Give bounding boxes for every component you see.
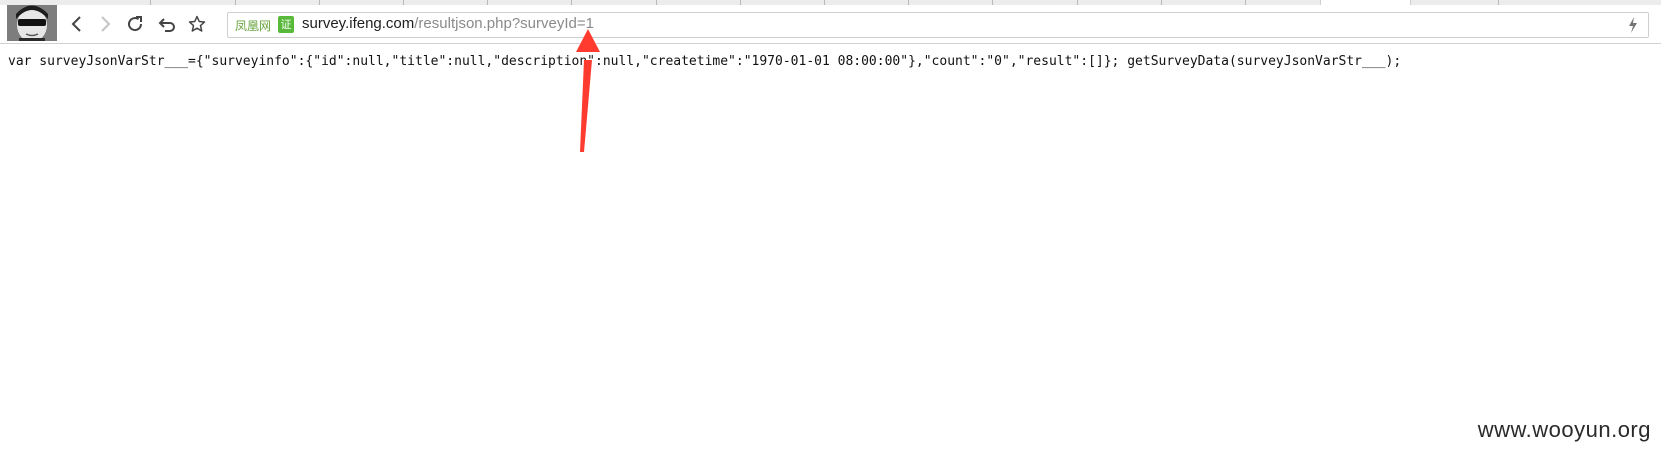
back-button[interactable]: [66, 13, 88, 35]
lightning-icon[interactable]: [1626, 16, 1640, 34]
watermark: www.wooyun.org: [1477, 417, 1651, 442]
undo-button[interactable]: [155, 13, 177, 35]
url-host: survey.ifeng.com: [302, 15, 415, 32]
site-name[interactable]: 凤凰网: [235, 17, 271, 34]
url-path: /resultjson.php?surveyId=1: [414, 15, 594, 32]
page-content: var surveyJsonVarStr___={"surveyinfo":{"…: [8, 54, 1402, 69]
avatar-icon: [7, 5, 57, 41]
bookmark-button[interactable]: [186, 13, 208, 35]
url-text[interactable]: survey.ifeng.com/resultjson.php?surveyId…: [302, 15, 594, 32]
star-icon: [188, 15, 206, 32]
browser-toolbar: 凤凰网 证 survey.ifeng.com/resultjson.php?su…: [0, 5, 1661, 44]
back-arrow-icon: [71, 16, 81, 32]
forward-button[interactable]: [94, 13, 116, 35]
cert-badge[interactable]: 证: [278, 16, 294, 33]
reload-button[interactable]: [124, 13, 146, 35]
avatar[interactable]: [7, 5, 57, 41]
address-bar[interactable]: 凤凰网 证 survey.ifeng.com/resultjson.php?su…: [227, 12, 1649, 38]
forward-arrow-icon: [101, 16, 111, 32]
reload-icon: [128, 16, 143, 32]
undo-icon: [158, 18, 175, 32]
red-arrow-annotation: [576, 29, 600, 152]
